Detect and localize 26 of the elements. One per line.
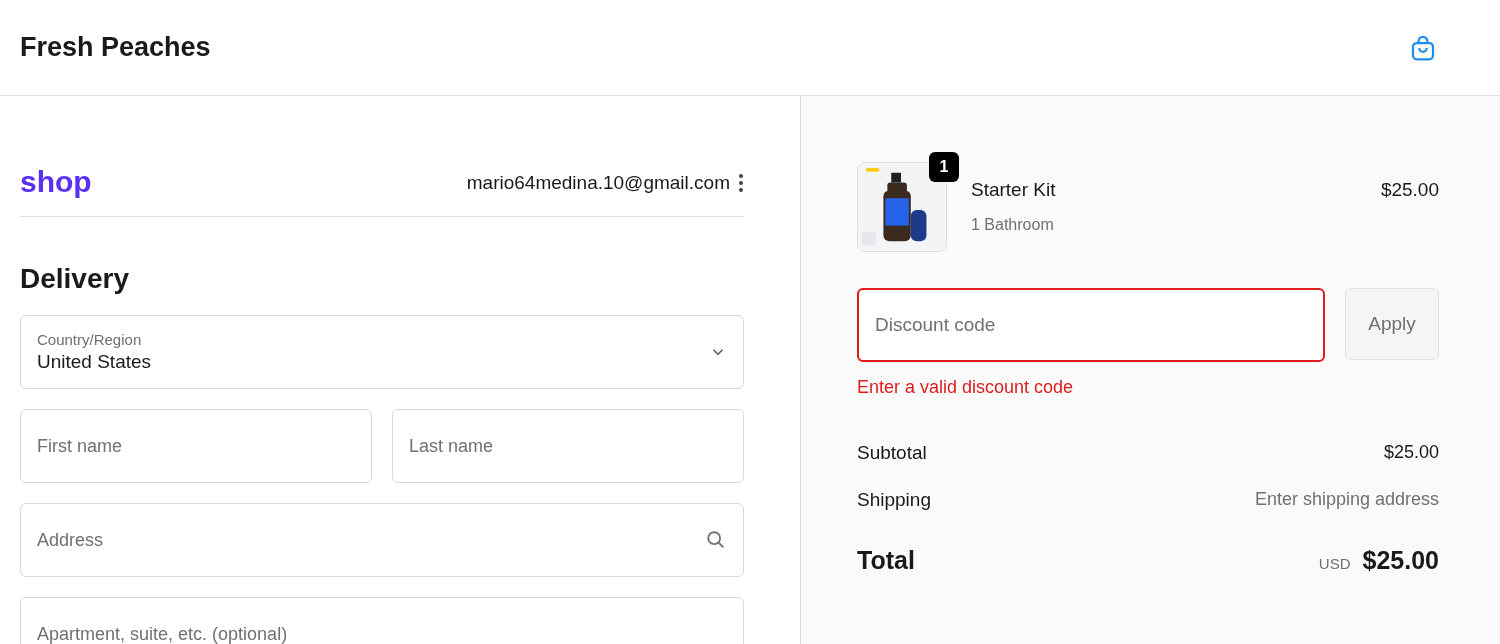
currency-code: USD: [1318, 554, 1351, 574]
input-field[interactable]: Last name: [392, 409, 744, 483]
shop-logo: shop: [20, 167, 92, 197]
summary-value: Enter shipping address: [1254, 487, 1439, 511]
input-field[interactable]: First name: [20, 409, 372, 483]
summary-label: Shipping: [857, 487, 931, 512]
address-field[interactable]: Address: [20, 503, 744, 577]
address-input[interactable]: Address: [37, 526, 705, 554]
field-value: United States: [37, 349, 153, 374]
input-field[interactable]: Apartment, suite, etc. (optional): [20, 597, 744, 644]
summary-label: Subtotal: [857, 441, 927, 465]
account-email: mario64medina.10@gmail.com: [466, 170, 730, 195]
field-label: Country/Region: [37, 330, 143, 350]
total-value: $25.00: [1362, 545, 1439, 576]
search-icon: [705, 529, 727, 551]
country-select[interactable]: Country/Region United States: [20, 315, 744, 389]
more-options-icon[interactable]: [738, 172, 744, 193]
product-variant: 1 Bathroom: [971, 214, 1055, 235]
product-name: Starter Kit: [971, 178, 1057, 202]
quantity-badge: 1: [929, 152, 959, 182]
total-label: Total: [857, 545, 915, 576]
store-name: Fresh Peaches: [20, 31, 211, 65]
error-message: Enter a valid discount code: [857, 376, 1075, 399]
summary-value: $25.00: [1383, 441, 1439, 464]
delivery-heading: Delivery: [20, 265, 130, 293]
product-price: $25.00: [1380, 178, 1439, 202]
